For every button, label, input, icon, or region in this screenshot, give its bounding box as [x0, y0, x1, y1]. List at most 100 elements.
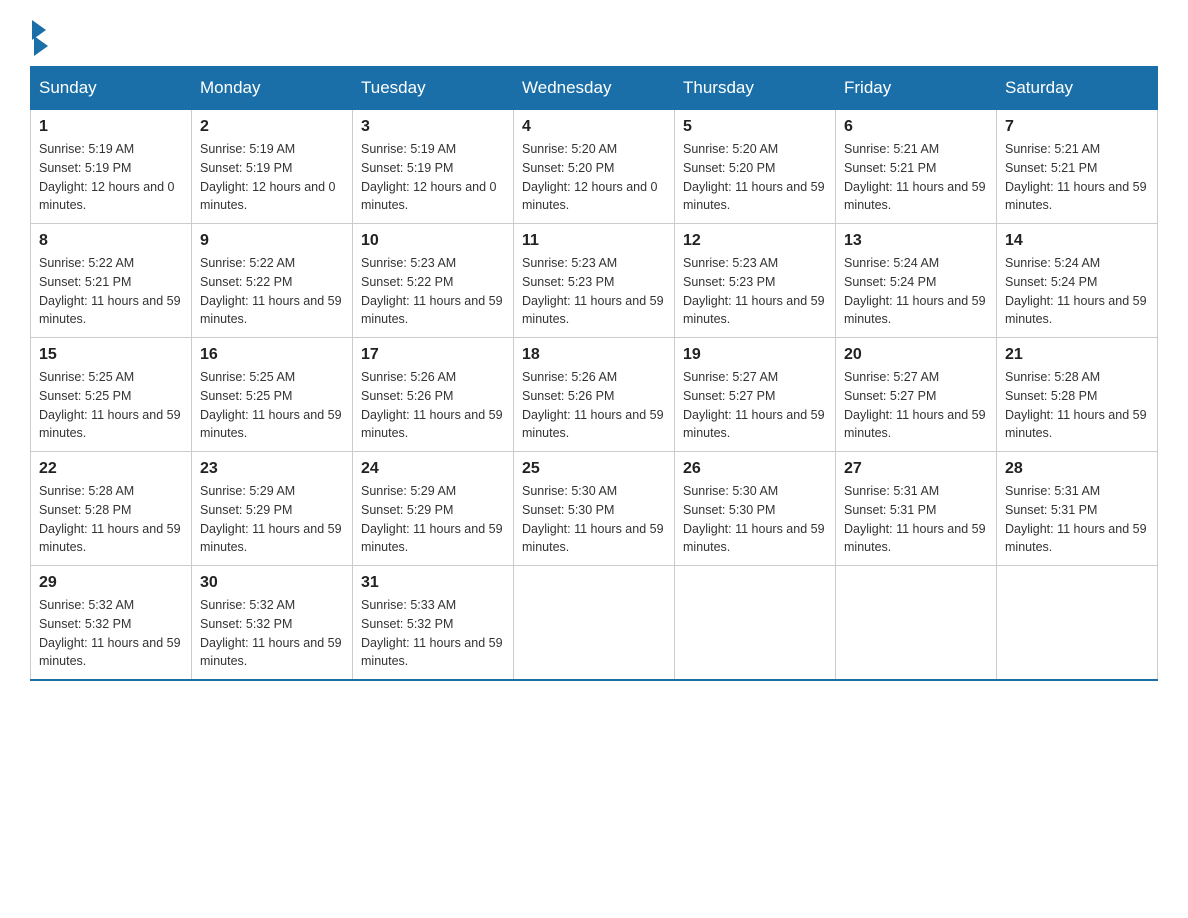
day-number: 30 [200, 574, 344, 592]
weekday-header-thursday: Thursday [675, 67, 836, 109]
day-number: 18 [522, 346, 666, 364]
day-number: 31 [361, 574, 505, 592]
weekday-header-monday: Monday [192, 67, 353, 109]
calendar-day-cell: 2 Sunrise: 5:19 AMSunset: 5:19 PMDaylight… [192, 109, 353, 224]
day-info: Sunrise: 5:30 AMSunset: 5:30 PMDaylight:… [522, 482, 666, 557]
day-info: Sunrise: 5:31 AMSunset: 5:31 PMDaylight:… [844, 482, 988, 557]
day-number: 24 [361, 460, 505, 478]
day-info: Sunrise: 5:29 AMSunset: 5:29 PMDaylight:… [200, 482, 344, 557]
day-info: Sunrise: 5:23 AMSunset: 5:23 PMDaylight:… [522, 254, 666, 329]
calendar-day-cell: 7Sunrise: 5:21 AMSunset: 5:21 PMDaylight… [997, 109, 1158, 224]
calendar-week-row: 8 Sunrise: 5:22 AMSunset: 5:21 PMDaylight… [31, 224, 1158, 338]
day-info: Sunrise: 5:21 AMSunset: 5:21 PMDaylight:… [1005, 140, 1149, 215]
day-info: Sunrise: 5:32 AMSunset: 5:32 PMDaylight:… [39, 596, 183, 671]
day-number: 26 [683, 460, 827, 478]
calendar-week-row: 29 Sunrise: 5:32 AMSunset: 5:32 PMDayligh… [31, 566, 1158, 681]
weekday-header-tuesday: Tuesday [353, 67, 514, 109]
day-number: 19 [683, 346, 827, 364]
day-number: 29 [39, 574, 183, 592]
day-number: 15 [39, 346, 183, 364]
day-info: Sunrise: 5:22 AMSunset: 5:22 PMDaylight:… [200, 254, 344, 329]
weekday-header-sunday: Sunday [31, 67, 192, 109]
calendar-day-cell [675, 566, 836, 681]
day-info: Sunrise: 5:24 AMSunset: 5:24 PMDaylight:… [1005, 254, 1149, 329]
calendar-week-row: 15 Sunrise: 5:25 AMSunset: 5:25 PMDayligh… [31, 338, 1158, 452]
day-number: 3 [361, 118, 505, 136]
day-number: 2 [200, 118, 344, 136]
day-info: Sunrise: 5:27 AMSunset: 5:27 PMDaylight:… [844, 368, 988, 443]
day-number: 28 [1005, 460, 1149, 478]
day-number: 9 [200, 232, 344, 250]
weekday-header-saturday: Saturday [997, 67, 1158, 109]
calendar-week-row: 22 Sunrise: 5:28 AMSunset: 5:28 PMDayligh… [31, 452, 1158, 566]
day-info: Sunrise: 5:22 AMSunset: 5:21 PMDaylight:… [39, 254, 183, 329]
day-info: Sunrise: 5:28 AMSunset: 5:28 PMDaylight:… [1005, 368, 1149, 443]
day-info: Sunrise: 5:19 AMSunset: 5:19 PMDaylight:… [361, 140, 505, 215]
calendar-day-cell: 30 Sunrise: 5:32 AMSunset: 5:32 PMDayligh… [192, 566, 353, 681]
calendar-day-cell: 31 Sunrise: 5:33 AMSunset: 5:32 PMDayligh… [353, 566, 514, 681]
day-number: 10 [361, 232, 505, 250]
day-info: Sunrise: 5:28 AMSunset: 5:28 PMDaylight:… [39, 482, 183, 557]
day-number: 14 [1005, 232, 1149, 250]
day-number: 5 [683, 118, 827, 136]
calendar-day-cell: 21 Sunrise: 5:28 AMSunset: 5:28 PMDayligh… [997, 338, 1158, 452]
calendar-table: SundayMondayTuesdayWednesdayThursdayFrid… [30, 66, 1158, 681]
day-info: Sunrise: 5:21 AMSunset: 5:21 PMDaylight:… [844, 140, 988, 215]
day-info: Sunrise: 5:29 AMSunset: 5:29 PMDaylight:… [361, 482, 505, 557]
weekday-header-friday: Friday [836, 67, 997, 109]
day-number: 1 [39, 118, 183, 136]
day-info: Sunrise: 5:19 AMSunset: 5:19 PMDaylight:… [200, 140, 344, 215]
calendar-day-cell: 9 Sunrise: 5:22 AMSunset: 5:22 PMDaylight… [192, 224, 353, 338]
calendar-week-row: 1 Sunrise: 5:19 AMSunset: 5:19 PMDaylight… [31, 109, 1158, 224]
day-info: Sunrise: 5:30 AMSunset: 5:30 PMDaylight:… [683, 482, 827, 557]
day-number: 22 [39, 460, 183, 478]
day-info: Sunrise: 5:33 AMSunset: 5:32 PMDaylight:… [361, 596, 505, 671]
calendar-day-cell: 27 Sunrise: 5:31 AMSunset: 5:31 PMDayligh… [836, 452, 997, 566]
calendar-day-cell: 10Sunrise: 5:23 AMSunset: 5:22 PMDayligh… [353, 224, 514, 338]
calendar-day-cell: 25 Sunrise: 5:30 AMSunset: 5:30 PMDayligh… [514, 452, 675, 566]
page-header [30, 20, 1158, 56]
calendar-day-cell: 3 Sunrise: 5:19 AMSunset: 5:19 PMDaylight… [353, 109, 514, 224]
day-number: 6 [844, 118, 988, 136]
day-info: Sunrise: 5:26 AMSunset: 5:26 PMDaylight:… [522, 368, 666, 443]
day-number: 21 [1005, 346, 1149, 364]
logo-triangle-icon-2 [34, 36, 48, 56]
day-info: Sunrise: 5:25 AMSunset: 5:25 PMDaylight:… [200, 368, 344, 443]
calendar-day-cell: 24 Sunrise: 5:29 AMSunset: 5:29 PMDayligh… [353, 452, 514, 566]
calendar-day-cell: 11Sunrise: 5:23 AMSunset: 5:23 PMDayligh… [514, 224, 675, 338]
calendar-day-cell: 15Sunrise: 5:25 AMSunset: 5:25 PMDayligh… [31, 338, 192, 452]
day-info: Sunrise: 5:19 AMSunset: 5:19 PMDaylight:… [39, 140, 183, 215]
calendar-day-cell: 5 Sunrise: 5:20 AMSunset: 5:20 PMDaylight… [675, 109, 836, 224]
day-number: 8 [39, 232, 183, 250]
weekday-header-wednesday: Wednesday [514, 67, 675, 109]
calendar-day-cell: 22 Sunrise: 5:28 AMSunset: 5:28 PMDayligh… [31, 452, 192, 566]
calendar-day-cell: 29 Sunrise: 5:32 AMSunset: 5:32 PMDayligh… [31, 566, 192, 681]
calendar-day-cell: 14 Sunrise: 5:24 AMSunset: 5:24 PMDayligh… [997, 224, 1158, 338]
day-number: 12 [683, 232, 827, 250]
calendar-day-cell: 8 Sunrise: 5:22 AMSunset: 5:21 PMDaylight… [31, 224, 192, 338]
weekday-header-row: SundayMondayTuesdayWednesdayThursdayFrid… [31, 67, 1158, 109]
day-info: Sunrise: 5:20 AMSunset: 5:20 PMDaylight:… [522, 140, 666, 215]
calendar-day-cell: 4 Sunrise: 5:20 AMSunset: 5:20 PMDaylight… [514, 109, 675, 224]
day-info: Sunrise: 5:26 AMSunset: 5:26 PMDaylight:… [361, 368, 505, 443]
day-info: Sunrise: 5:27 AMSunset: 5:27 PMDaylight:… [683, 368, 827, 443]
day-info: Sunrise: 5:23 AMSunset: 5:23 PMDaylight:… [683, 254, 827, 329]
day-number: 13 [844, 232, 988, 250]
day-number: 4 [522, 118, 666, 136]
calendar-day-cell: 6 Sunrise: 5:21 AMSunset: 5:21 PMDaylight… [836, 109, 997, 224]
calendar-day-cell: 18 Sunrise: 5:26 AMSunset: 5:26 PMDayligh… [514, 338, 675, 452]
calendar-day-cell: 17Sunrise: 5:26 AMSunset: 5:26 PMDayligh… [353, 338, 514, 452]
calendar-day-cell [836, 566, 997, 681]
day-number: 25 [522, 460, 666, 478]
day-info: Sunrise: 5:24 AMSunset: 5:24 PMDaylight:… [844, 254, 988, 329]
calendar-day-cell: 12 Sunrise: 5:23 AMSunset: 5:23 PMDayligh… [675, 224, 836, 338]
calendar-day-cell [997, 566, 1158, 681]
day-number: 27 [844, 460, 988, 478]
calendar-day-cell: 26 Sunrise: 5:30 AMSunset: 5:30 PMDayligh… [675, 452, 836, 566]
calendar-day-cell: 20Sunrise: 5:27 AMSunset: 5:27 PMDayligh… [836, 338, 997, 452]
day-info: Sunrise: 5:20 AMSunset: 5:20 PMDaylight:… [683, 140, 827, 215]
calendar-day-cell [514, 566, 675, 681]
day-info: Sunrise: 5:31 AMSunset: 5:31 PMDaylight:… [1005, 482, 1149, 557]
day-info: Sunrise: 5:32 AMSunset: 5:32 PMDaylight:… [200, 596, 344, 671]
calendar-day-cell: 13 Sunrise: 5:24 AMSunset: 5:24 PMDayligh… [836, 224, 997, 338]
